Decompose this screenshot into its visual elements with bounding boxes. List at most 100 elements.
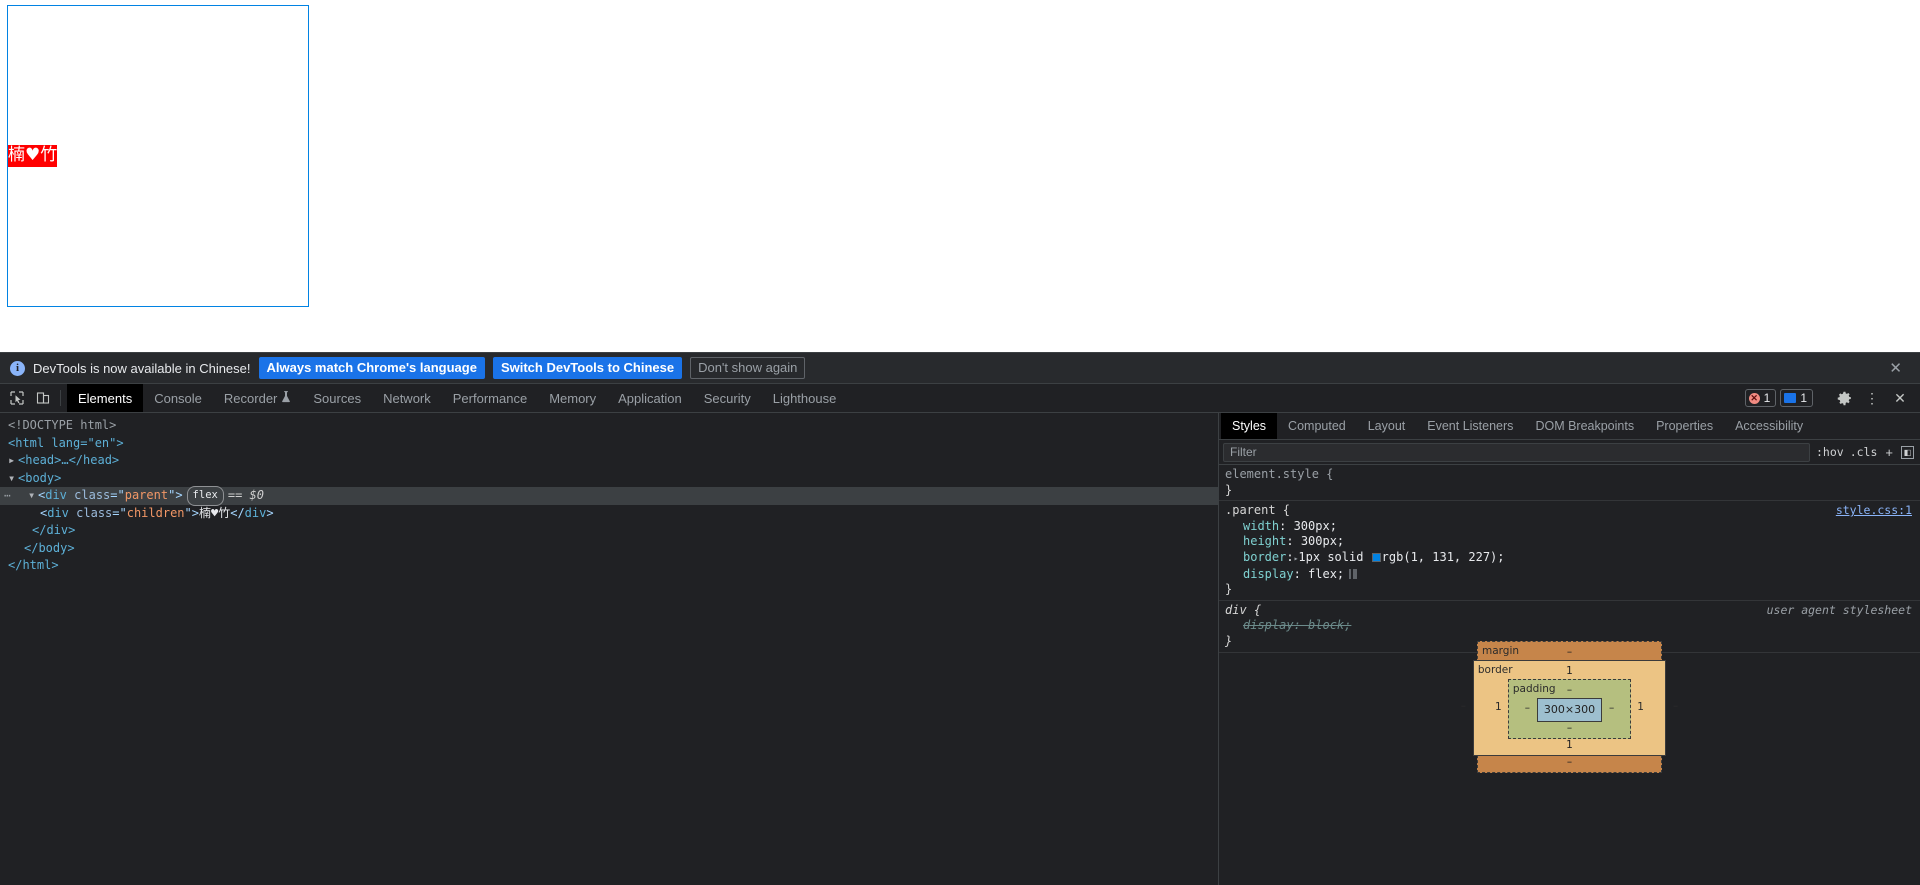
box-model-content-size[interactable]: 300×300 bbox=[1536, 698, 1603, 722]
expand-triangle-icon[interactable]: ▸ bbox=[8, 452, 18, 470]
inspect-element-icon[interactable] bbox=[4, 384, 30, 412]
dom-line-body[interactable]: ▾ <body> bbox=[0, 470, 1218, 488]
body-tag-text: <body> bbox=[18, 470, 62, 485]
rule-selector[interactable]: div { bbox=[1225, 603, 1261, 619]
styles-filter-row: Filter :hov .cls + ◧ bbox=[1219, 440, 1920, 465]
dom-tree-panel[interactable]: <!DOCTYPE html> <html lang="en"> ▸ <head>… bbox=[0, 413, 1218, 885]
padding-bottom-value[interactable]: – bbox=[1523, 722, 1616, 734]
tab-console[interactable]: Console bbox=[143, 384, 213, 412]
property-value-color: rgb(1, 131, 227); bbox=[1381, 549, 1505, 564]
color-swatch-icon[interactable] bbox=[1371, 552, 1381, 562]
tab-recorder[interactable]: Recorder bbox=[213, 384, 302, 412]
border-left-value[interactable]: 1 bbox=[1494, 700, 1503, 716]
declaration-width[interactable]: width: 300px; bbox=[1225, 519, 1920, 535]
computed-sidebar-toggle-icon[interactable]: ◧ bbox=[1901, 445, 1914, 459]
tab-event-listeners[interactable]: Event Listeners bbox=[1416, 413, 1524, 439]
property-name[interactable]: width bbox=[1243, 519, 1279, 533]
box-model-border[interactable]: border 1 1 padding – – 300×300 – – 1 1 bbox=[1472, 660, 1667, 756]
close-icon[interactable]: ✕ bbox=[1888, 387, 1912, 409]
border-right-value[interactable]: 1 bbox=[1636, 700, 1645, 716]
dont-show-again-button[interactable]: Don't show again bbox=[690, 357, 806, 379]
dom-line-close-html[interactable]: </html> bbox=[0, 557, 1218, 575]
rule-parent[interactable]: .parent { style.css:1 width: 300px; heig… bbox=[1219, 501, 1920, 601]
new-style-rule-button[interactable]: + bbox=[1883, 445, 1895, 460]
tab-dom-breakpoints[interactable]: DOM Breakpoints bbox=[1524, 413, 1645, 439]
close-icon[interactable]: ✕ bbox=[1889, 361, 1902, 376]
dom-line-close-body[interactable]: </body> bbox=[0, 540, 1218, 558]
rule-selector[interactable]: .parent { bbox=[1225, 503, 1290, 519]
tab-layout[interactable]: Layout bbox=[1357, 413, 1417, 439]
tab-sources[interactable]: Sources bbox=[302, 384, 372, 412]
margin-right-value[interactable]: – bbox=[1671, 699, 1680, 715]
padding-right-value[interactable]: – bbox=[1607, 701, 1616, 717]
tab-security[interactable]: Security bbox=[693, 384, 762, 412]
css-rules-list: ▲ element.style { } .parent { style.css:… bbox=[1219, 465, 1920, 885]
collapse-triangle-icon[interactable]: ▾ bbox=[8, 470, 18, 488]
margin-left-value[interactable]: – bbox=[1459, 699, 1468, 715]
margin-label: margin bbox=[1482, 645, 1520, 657]
border-top-value[interactable]: 1 bbox=[1494, 665, 1645, 677]
message-icon bbox=[1784, 393, 1797, 403]
collapse-triangle-icon[interactable]: ▾ bbox=[28, 487, 38, 505]
property-value[interactable]: block; bbox=[1308, 618, 1351, 632]
message-count-badge[interactable]: 1 bbox=[1780, 389, 1813, 407]
device-toolbar-icon[interactable] bbox=[30, 384, 56, 412]
overflow-dots-icon[interactable]: ⋯ bbox=[4, 487, 20, 505]
tab-properties[interactable]: Properties bbox=[1645, 413, 1724, 439]
tab-accessibility[interactable]: Accessibility bbox=[1724, 413, 1814, 439]
flex-badge[interactable]: flex bbox=[186, 486, 224, 506]
dom-line-html[interactable]: <html lang="en"> bbox=[0, 435, 1218, 453]
property-name[interactable]: border bbox=[1243, 550, 1286, 564]
flex-editor-icon[interactable] bbox=[1347, 568, 1358, 579]
cls-button[interactable]: .cls bbox=[1850, 445, 1878, 459]
margin-top-value[interactable]: – bbox=[1500, 646, 1639, 658]
filter-input[interactable]: Filter bbox=[1223, 442, 1810, 462]
declaration-display[interactable]: display: flex; bbox=[1225, 567, 1920, 583]
tab-memory[interactable]: Memory bbox=[538, 384, 607, 412]
kebab-menu-icon[interactable]: ⋮ bbox=[1860, 387, 1884, 409]
selected-node-marker: == $0 bbox=[227, 488, 264, 502]
margin-bottom-value[interactable]: – bbox=[1500, 756, 1639, 768]
tab-label: Computed bbox=[1288, 419, 1346, 433]
dom-line-parent-div[interactable]: ⋯ ▾ < div class =" parent "> flex == $0 bbox=[0, 486, 1218, 506]
property-name[interactable]: display bbox=[1243, 618, 1294, 632]
stylesheet-origin-link[interactable]: style.css:1 bbox=[1836, 503, 1912, 519]
gear-icon[interactable] bbox=[1832, 387, 1856, 409]
box-model-margin[interactable]: margin – – border 1 1 padding – – 300×30… bbox=[1461, 641, 1678, 773]
declaration-height[interactable]: height: 300px; bbox=[1225, 534, 1920, 550]
rule-selector[interactable]: element.style { bbox=[1225, 467, 1333, 483]
dom-line-children-div[interactable]: < div class =" children "> 楠♥竹 </div > bbox=[0, 505, 1218, 523]
declaration-display-overridden[interactable]: display: block; bbox=[1225, 618, 1920, 634]
padding-left-value[interactable]: – bbox=[1523, 701, 1532, 717]
hov-button[interactable]: :hov bbox=[1816, 445, 1844, 459]
property-value[interactable]: 300px; bbox=[1301, 534, 1344, 548]
dom-line-close-parent[interactable]: </div> bbox=[0, 522, 1218, 540]
tab-application[interactable]: Application bbox=[607, 384, 693, 412]
language-notice-bar: i DevTools is now available in Chinese! … bbox=[0, 353, 1920, 384]
property-name[interactable]: display bbox=[1243, 567, 1294, 581]
tab-label: Sources bbox=[313, 390, 362, 406]
error-count-badge[interactable]: ✕ 1 bbox=[1744, 389, 1777, 407]
declaration-border[interactable]: border:▸1px solid rgb(1, 131, 227); bbox=[1225, 550, 1920, 567]
always-match-language-button[interactable]: Always match Chrome's language bbox=[258, 357, 485, 379]
rule-element-style[interactable]: element.style { } bbox=[1219, 465, 1920, 502]
tab-label: Layout bbox=[1367, 419, 1406, 433]
close-html-text: </html> bbox=[8, 558, 59, 572]
tab-computed[interactable]: Computed bbox=[1277, 413, 1357, 439]
dom-line-head[interactable]: ▸ <head>…</head> bbox=[0, 452, 1218, 470]
tab-label: Recorder bbox=[223, 390, 278, 406]
property-name[interactable]: height bbox=[1243, 534, 1286, 548]
switch-devtools-to-chinese-button[interactable]: Switch DevTools to Chinese bbox=[492, 357, 683, 379]
box-model-padding[interactable]: padding – – 300×300 – – bbox=[1507, 679, 1632, 739]
tab-performance[interactable]: Performance bbox=[442, 384, 538, 412]
border-bottom-value[interactable]: 1 bbox=[1494, 739, 1645, 751]
dom-line-doctype[interactable]: <!DOCTYPE html> bbox=[0, 417, 1218, 435]
property-value[interactable]: 300px; bbox=[1294, 519, 1337, 533]
children-tag-name: div bbox=[47, 505, 69, 520]
tab-network[interactable]: Network bbox=[372, 384, 442, 412]
tab-lighthouse[interactable]: Lighthouse bbox=[762, 384, 848, 412]
property-value[interactable]: flex; bbox=[1308, 567, 1344, 581]
tab-elements[interactable]: Elements bbox=[67, 384, 144, 412]
tab-styles[interactable]: Styles bbox=[1221, 413, 1278, 439]
padding-label: padding bbox=[1512, 683, 1556, 695]
